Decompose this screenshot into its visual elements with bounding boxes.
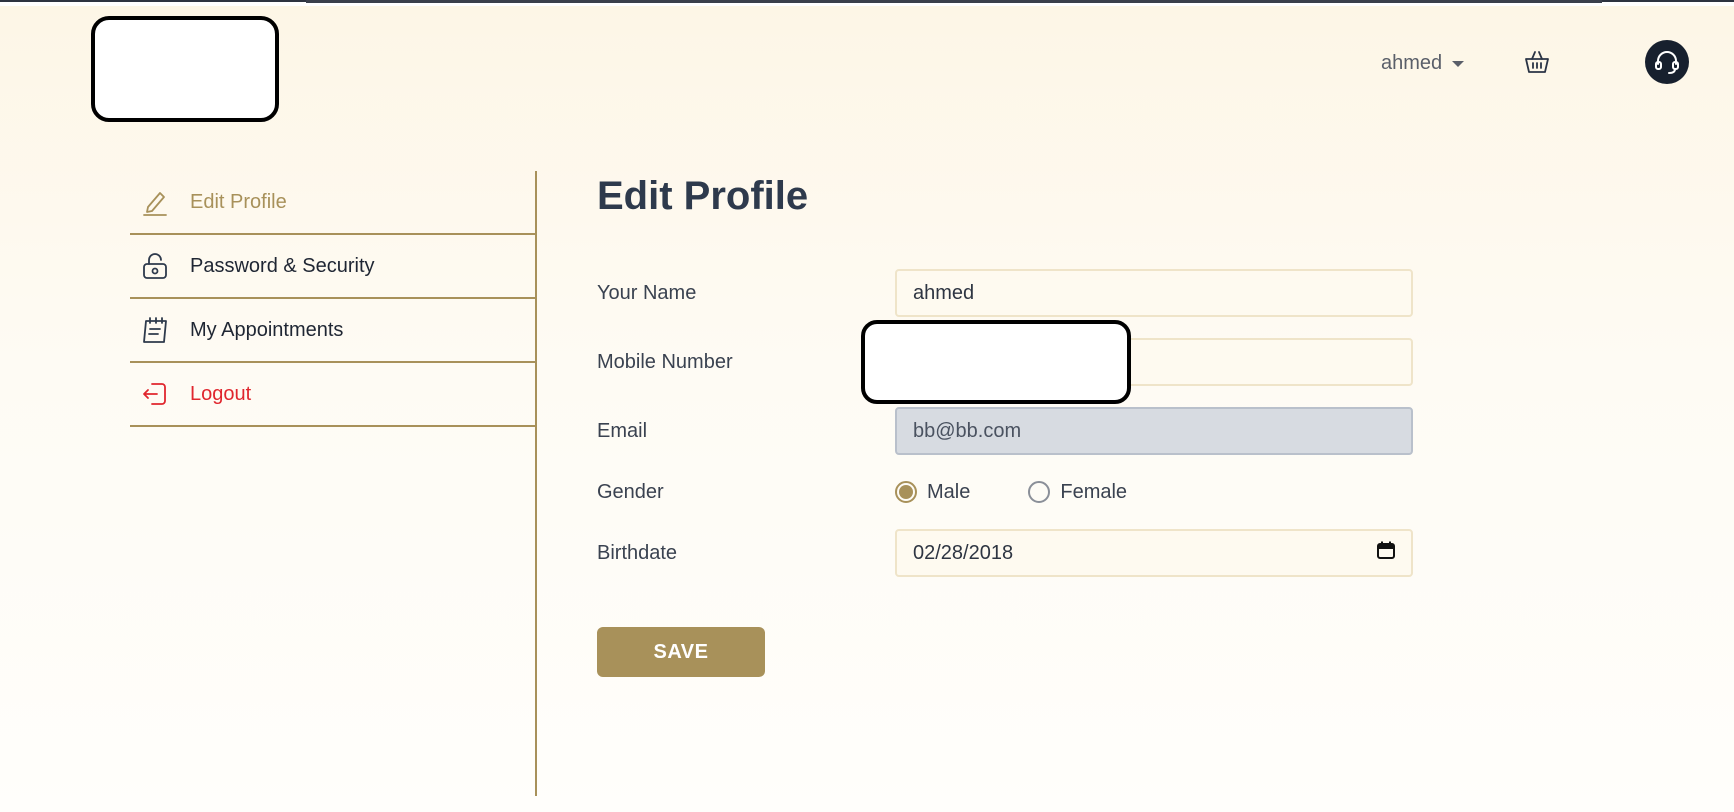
gender-radio-female[interactable]: Female [1028, 481, 1127, 504]
radio-unselected-icon[interactable] [1028, 481, 1051, 503]
user-name: ahmed [1381, 51, 1443, 74]
top-strip-right [1602, 0, 1734, 2]
top-strip-center [306, 0, 1602, 3]
save-button[interactable]: SAVE [597, 627, 765, 677]
gender-label: Gender [597, 480, 664, 503]
sidebar-item-password-security[interactable]: Password & Security [130, 235, 536, 299]
headset-icon[interactable] [1645, 40, 1689, 84]
browser-top-strip [0, 0, 1734, 6]
user-menu-toggle[interactable]: ahmed [1381, 50, 1465, 76]
site-logo[interactable] [91, 16, 279, 122]
name-input[interactable]: ahmed [895, 269, 1413, 317]
lock-icon [138, 249, 172, 283]
name-label: Your Name [597, 281, 697, 304]
radio-selected-icon[interactable] [895, 481, 917, 503]
logout-icon [138, 377, 172, 411]
calendar-icon [138, 313, 172, 347]
sidebar-item-edit-profile[interactable]: Edit Profile [130, 171, 536, 235]
basket-icon[interactable] [1523, 48, 1551, 76]
birthdate-label: Birthdate [597, 541, 678, 564]
top-strip-left [0, 0, 306, 2]
gender-option-label: Male [927, 480, 971, 503]
gender-row: Gender Male Female [597, 476, 1413, 508]
email-value: bb@bb.com [913, 419, 1022, 442]
calendar-picker-icon[interactable] [1377, 541, 1395, 565]
redaction-box [861, 320, 1131, 404]
gender-radio-group: Male Female [895, 481, 1127, 504]
gender-radio-male[interactable]: Male [895, 481, 970, 504]
name-row: Your Name ahmed [597, 269, 1413, 317]
name-value: ahmed [913, 281, 975, 304]
sidebar-item-label: Edit Profile [190, 190, 287, 213]
sidebar-item-label: Logout [190, 382, 252, 405]
birthdate-row: Birthdate 02/28/2018 [597, 529, 1413, 577]
sidebar-item-label: My Appointments [190, 318, 344, 341]
email-label: Email [597, 419, 648, 442]
email-input: bb@bb.com [895, 407, 1413, 455]
gender-option-label: Female [1060, 480, 1128, 503]
page-title: Edit Profile [597, 174, 809, 218]
mobile-label: Mobile Number [597, 350, 733, 373]
profile-sidebar: Edit Profile Password & Security My Appo… [130, 171, 536, 427]
sidebar-item-logout[interactable]: Logout [130, 363, 536, 427]
sidebar-item-my-appointments[interactable]: My Appointments [130, 299, 536, 363]
sidebar-item-label: Password & Security [190, 254, 375, 277]
birthdate-input[interactable]: 02/28/2018 [895, 529, 1413, 577]
chevron-down-icon [1452, 61, 1465, 67]
email-row: Email bb@bb.com [597, 407, 1413, 455]
content-divider [535, 171, 537, 796]
pencil-icon [138, 185, 172, 219]
birthdate-value: 02/28/2018 [913, 541, 1014, 564]
